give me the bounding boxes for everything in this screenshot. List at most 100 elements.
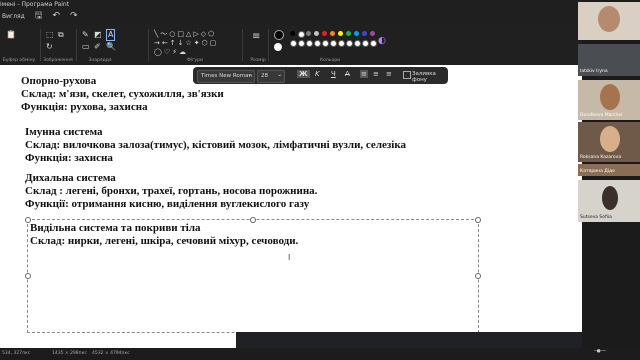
text-line[interactable]: Видільна система та покриви тіла xyxy=(30,222,201,235)
save-icon[interactable]: 🖫 xyxy=(35,8,43,24)
shapes-row-3-icon[interactable]: ◯♡⚡☁ xyxy=(154,48,188,56)
chevron-down-icon: ⌄ xyxy=(247,72,252,78)
palette-swatch[interactable] xyxy=(362,31,367,36)
participant-video xyxy=(600,126,620,152)
palette-swatch[interactable] xyxy=(354,31,359,36)
text-line: Опорно-рухова xyxy=(21,75,97,87)
participant-video xyxy=(600,84,620,110)
participant-video xyxy=(602,186,618,210)
zoom-slider[interactable]: ─●── xyxy=(594,349,606,354)
palette-swatch[interactable] xyxy=(314,40,321,47)
text-line: Склад: м'язи, скелет, сухожилля, зв'язки xyxy=(21,88,224,100)
crop-icon[interactable]: ⧉ xyxy=(58,31,64,39)
resize-handle[interactable] xyxy=(475,273,481,279)
shapes-row-2-icon[interactable]: →←↑↓☆✦⬡▢ xyxy=(154,39,218,47)
font-family-value: Times New Roman xyxy=(201,73,252,79)
italic-button[interactable]: K xyxy=(315,70,320,78)
text-line: Функції: отримання кисню, виділення вугл… xyxy=(25,198,310,210)
participant-tile[interactable]: Roksana Kazarova xyxy=(578,122,640,162)
participant-tile[interactable]: Iatskiv Iryna xyxy=(578,44,640,76)
paste-icon[interactable]: 📋 xyxy=(6,31,16,39)
font-size-select[interactable]: 28 ⌄ xyxy=(257,70,285,83)
view-menu[interactable]: Вигляд xyxy=(2,13,25,20)
font-family-select[interactable]: Times New Roman ⌄ xyxy=(197,70,255,83)
primary-color[interactable] xyxy=(274,30,284,40)
palette-swatch[interactable] xyxy=(290,31,295,36)
palette-swatch[interactable] xyxy=(306,31,311,36)
align-left-button[interactable]: ≡ xyxy=(360,70,368,78)
participant-name: Dorofeeva Marchel xyxy=(580,113,623,118)
palette-swatch[interactable] xyxy=(322,31,327,36)
edit-colors-icon[interactable]: ◐ xyxy=(378,37,386,46)
palette-swatch[interactable] xyxy=(322,40,329,47)
resize-handle[interactable] xyxy=(25,273,31,279)
undo-icon[interactable]: ↶ xyxy=(52,11,60,21)
color-picker-icon[interactable]: ✐ xyxy=(94,43,101,51)
chevron-down-icon: ⌄ xyxy=(277,72,282,78)
secondary-color[interactable] xyxy=(274,43,282,51)
palette-swatch[interactable] xyxy=(346,31,351,36)
palette-swatch[interactable] xyxy=(298,31,305,38)
text-line[interactable]: Склад: нирки, легені, шкіра, сечовий міх… xyxy=(30,235,298,248)
fill-icon[interactable]: ◩ xyxy=(94,31,102,39)
participant-tile[interactable] xyxy=(578,2,640,40)
tools-label: Знаряддя xyxy=(88,58,112,63)
palette-swatch[interactable] xyxy=(354,40,361,47)
cursor-position: 534, 327пкс xyxy=(2,351,31,356)
redo-icon[interactable]: ↷ xyxy=(70,11,78,21)
selection-size: 1435 × 298пкс xyxy=(52,351,87,356)
colors-group: ◐ Кольори xyxy=(270,27,390,63)
palette-swatch[interactable] xyxy=(330,31,335,36)
separator xyxy=(148,29,149,61)
text-tool-icon[interactable]: A xyxy=(106,29,116,41)
participant-name: Roksana Kazarova xyxy=(580,155,622,160)
participant-video xyxy=(598,6,620,32)
image-label: Зображення xyxy=(43,58,73,63)
participant-tile[interactable]: Катерина Діде xyxy=(578,164,640,176)
resize-handle[interactable] xyxy=(475,217,481,223)
palette-swatch[interactable] xyxy=(338,40,345,47)
select-icon[interactable]: ⬚ xyxy=(46,31,54,39)
align-center-button[interactable]: ≡ xyxy=(373,70,379,78)
clipboard-label: Буфер обміну xyxy=(2,58,36,63)
participant-name: Катерина Діде xyxy=(580,169,615,174)
font-size-value: 28 xyxy=(261,73,268,79)
text-format-toolbar: Times New Roman ⌄ 28 ⌄ Ж K Ч A ≡ ≡ ≡ Зал… xyxy=(193,67,448,84)
clipboard-group: 📋 Буфер обміну xyxy=(0,27,38,64)
separator xyxy=(40,29,41,61)
shapes-row-1-icon[interactable]: ╲〜○□△▷◇⬠ xyxy=(154,30,216,38)
fill-background-label: Заливка фону xyxy=(412,71,436,83)
palette-swatch[interactable] xyxy=(370,40,377,47)
pencil-icon[interactable]: ✎ xyxy=(82,31,89,39)
palette-swatch[interactable] xyxy=(290,40,297,47)
palette-swatch[interactable] xyxy=(306,40,313,47)
image-group: ⬚ ⧉ ↻ Зображення xyxy=(42,27,74,64)
palette-swatch[interactable] xyxy=(370,31,375,36)
shapes-label: Фігури xyxy=(187,58,203,63)
palette-swatch[interactable] xyxy=(338,31,343,36)
text-cursor-icon: I xyxy=(288,253,291,262)
palette-swatch[interactable] xyxy=(314,31,319,36)
text-line: Функція: захисна xyxy=(25,152,113,164)
rotate-icon[interactable]: ↻ xyxy=(46,43,53,51)
colors-label: Кольори xyxy=(319,58,340,63)
magnifier-icon[interactable]: 🔍 xyxy=(106,43,116,51)
palette-swatch[interactable] xyxy=(298,40,305,47)
palette-swatch[interactable] xyxy=(330,40,337,47)
palette-swatch[interactable] xyxy=(362,40,369,47)
participant-name: Sutseva Sofiia xyxy=(580,215,612,220)
palette-swatch[interactable] xyxy=(346,40,353,47)
fill-background-checkbox[interactable] xyxy=(403,71,411,79)
align-right-button[interactable]: ≡ xyxy=(386,70,392,78)
participant-tile[interactable]: Dorofeeva Marchel xyxy=(578,80,640,120)
ribbon: 📋 Буфер обміну ⬚ ⧉ ↻ Зображення ✎ ◩ A ▭ … xyxy=(0,25,582,65)
strikethrough-button[interactable]: A xyxy=(345,70,350,78)
participant-tile[interactable]: Sutseva Sofiia xyxy=(578,180,640,222)
underline-button[interactable]: Ч xyxy=(331,70,336,78)
resize-handle[interactable] xyxy=(250,217,256,223)
text-line: Функція: рухова, захисна xyxy=(21,101,148,113)
text-line: Склад: вилочкова залоза(тимус), кістовий… xyxy=(25,139,407,151)
bold-button[interactable]: Ж xyxy=(297,70,310,78)
eraser-icon[interactable]: ▭ xyxy=(82,43,90,51)
brush-size-icon[interactable]: ≡ xyxy=(252,32,260,42)
